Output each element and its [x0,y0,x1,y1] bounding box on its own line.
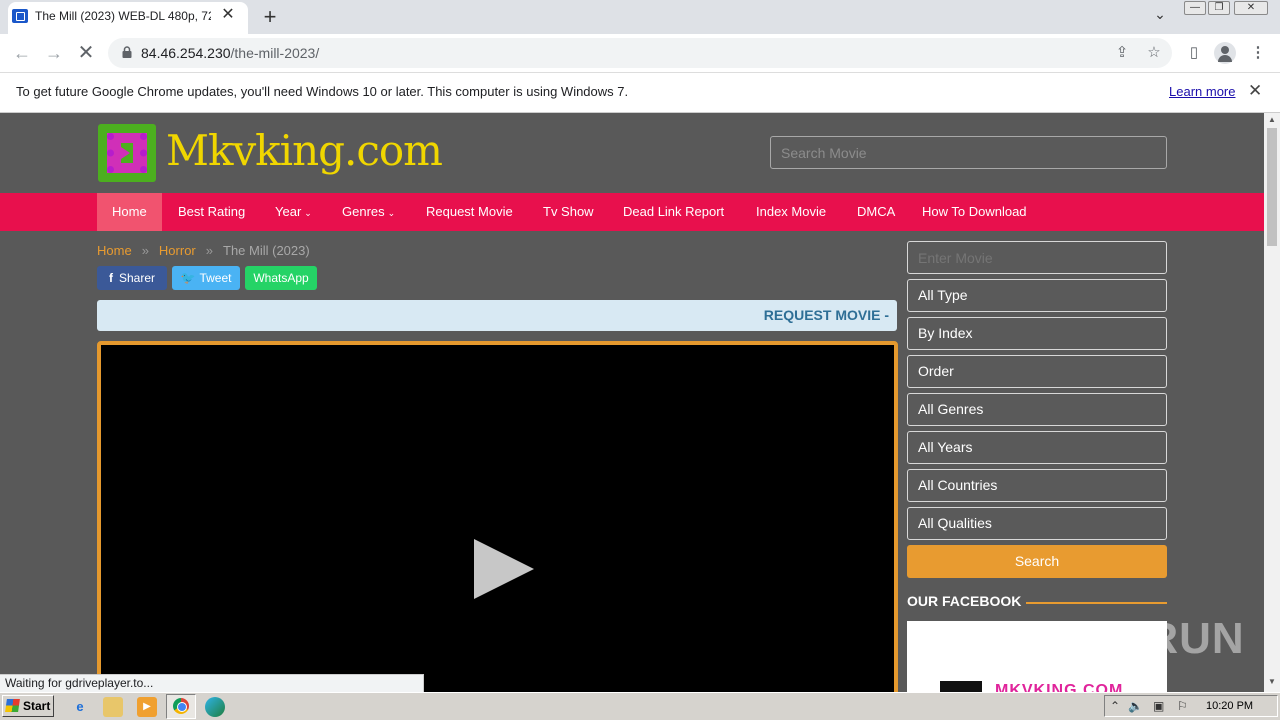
ie-icon[interactable]: e [70,697,90,717]
nav-label: How To Download [922,204,1027,219]
share-icon[interactable]: ⇪ [1112,44,1132,62]
nav-best-rating[interactable]: Best Rating [163,193,260,231]
close-window-button[interactable]: ✕ [1234,1,1268,15]
edge-icon[interactable] [205,697,225,717]
nav-index-movie[interactable]: Index Movie [741,193,841,231]
star-icon[interactable]: ☆ [1144,44,1164,62]
explorer-icon[interactable] [103,697,123,717]
profile-icon[interactable] [1214,42,1236,64]
site-logo-text[interactable]: Mkvking.com [166,126,443,175]
nav-genres[interactable]: Genres ⌄ [327,193,410,231]
chevron-down-icon: ⌄ [304,208,312,218]
restore-button[interactable]: ❐ [1208,1,1230,15]
nav-label: DMCA [857,204,896,219]
url-text[interactable]: 84.46.254.230/the-mill-2023/ [141,45,319,61]
kebab-menu-icon[interactable]: ⋮ [1248,44,1268,62]
side-panel-icon[interactable]: ▯ [1184,44,1204,62]
tray-expand-icon[interactable]: ⌃ [1110,699,1120,713]
share-label: Tweet [199,271,232,285]
forward-icon[interactable]: → [42,42,66,64]
breadcrumb-separator: » [205,243,213,258]
nav-label: Request Movie [426,204,513,219]
back-icon[interactable]: ← [10,42,34,64]
share-label: WhatsApp [253,271,309,285]
nav-home[interactable]: Home [97,193,162,231]
media-player-icon[interactable]: ▶ [137,697,157,717]
volume-icon[interactable]: 🔈 [1128,699,1143,713]
tab-search-icon[interactable]: ⌄ [1150,6,1170,26]
filter-index-select[interactable]: By Index [907,317,1167,350]
announcement-ticker: REQUEST MOVIE - [97,300,897,331]
filter-type-select[interactable]: All Type [907,279,1167,312]
filter-years-select[interactable]: All Years [907,431,1167,464]
breadcrumb-horror[interactable]: Horror [159,243,196,258]
nav-how-to-download[interactable]: How To Download [907,193,1042,231]
nav-label: Best Rating [178,204,246,219]
chevron-down-icon: ⌄ [387,208,396,218]
stop-icon[interactable]: ✕ [74,42,98,64]
tab-favicon-icon [12,9,28,23]
tweet-button[interactable]: 🐦 Tweet [172,266,240,290]
nav-year[interactable]: Year ⌄ [260,193,327,231]
minimize-button[interactable]: — [1184,1,1206,15]
url-path: /the-mill-2023/ [230,45,320,61]
heading-divider [1026,602,1167,604]
filter-qualities-select[interactable]: All Qualities [907,507,1167,540]
filter-order-select[interactable]: Order [907,355,1167,388]
nav-label: Genres [342,204,385,219]
nav-label: Year [275,204,302,219]
chrome-icon [173,698,189,714]
tab-close-icon[interactable]: ✕ [220,6,236,24]
new-tab-button[interactable]: + [258,4,282,30]
clock[interactable]: 10:20 PM [1206,700,1253,712]
breadcrumb: Home » Horror » The Mill (2023) [97,243,310,258]
anyrun-watermark: ANY RUN [1038,614,1245,663]
nav-tv-show[interactable]: Tv Show [528,193,609,231]
breadcrumb-home[interactable]: Home [97,243,132,258]
breadcrumb-separator: » [141,243,149,258]
scrollbar-thumb[interactable] [1267,128,1277,246]
filter-genres-select[interactable]: All Genres [907,393,1167,426]
flag-icon[interactable]: ⚐ [1177,699,1188,713]
facebook-share-button[interactable]: f Sharer [97,266,167,290]
infobar-close-icon[interactable]: ✕ [1248,81,1262,101]
nav-request-movie[interactable]: Request Movie [411,193,528,231]
url-host: 84.46.254.230 [141,45,231,61]
nav-label: Index Movie [756,204,827,219]
status-bubble: Waiting for gdriveplayer.to... [0,674,424,693]
tab-title: The Mill (2023) WEB-DL 480p, 720p [35,9,211,23]
scroll-up-icon[interactable]: ▲ [1264,115,1280,127]
ticker-text[interactable]: REQUEST MOVIE - [764,307,889,323]
infobar-message: To get future Google Chrome updates, you… [16,84,629,99]
lock-icon[interactable] [122,46,132,58]
facebook-heading: OUR FACEBOOK [907,593,1022,609]
logo-play-icon [121,147,130,159]
facebook-icon: f [108,271,113,285]
breadcrumb-current: The Mill (2023) [223,243,310,258]
share-label: Sharer [118,271,156,285]
scroll-down-icon[interactable]: ▼ [1264,677,1280,689]
network-icon[interactable]: ▣ [1153,699,1164,713]
enter-movie-input[interactable] [907,241,1167,274]
twitter-icon: 🐦 [180,271,196,285]
nav-label: Tv Show [543,204,594,219]
nav-dmca[interactable]: DMCA [842,193,910,231]
play-icon[interactable] [474,539,534,599]
nav-label: Home [112,204,147,219]
video-player[interactable] [97,341,898,701]
nav-label: Dead Link Report [623,204,725,219]
learn-more-link[interactable]: Learn more [1169,84,1235,99]
whatsapp-share-button[interactable]: WhatsApp [245,266,317,290]
header-search-input[interactable] [770,136,1167,169]
windows-logo-icon [5,699,20,712]
sidebar-search-button[interactable]: Search [907,545,1167,578]
nav-dead-link-report[interactable]: Dead Link Report [608,193,739,231]
filter-countries-select[interactable]: All Countries [907,469,1167,502]
